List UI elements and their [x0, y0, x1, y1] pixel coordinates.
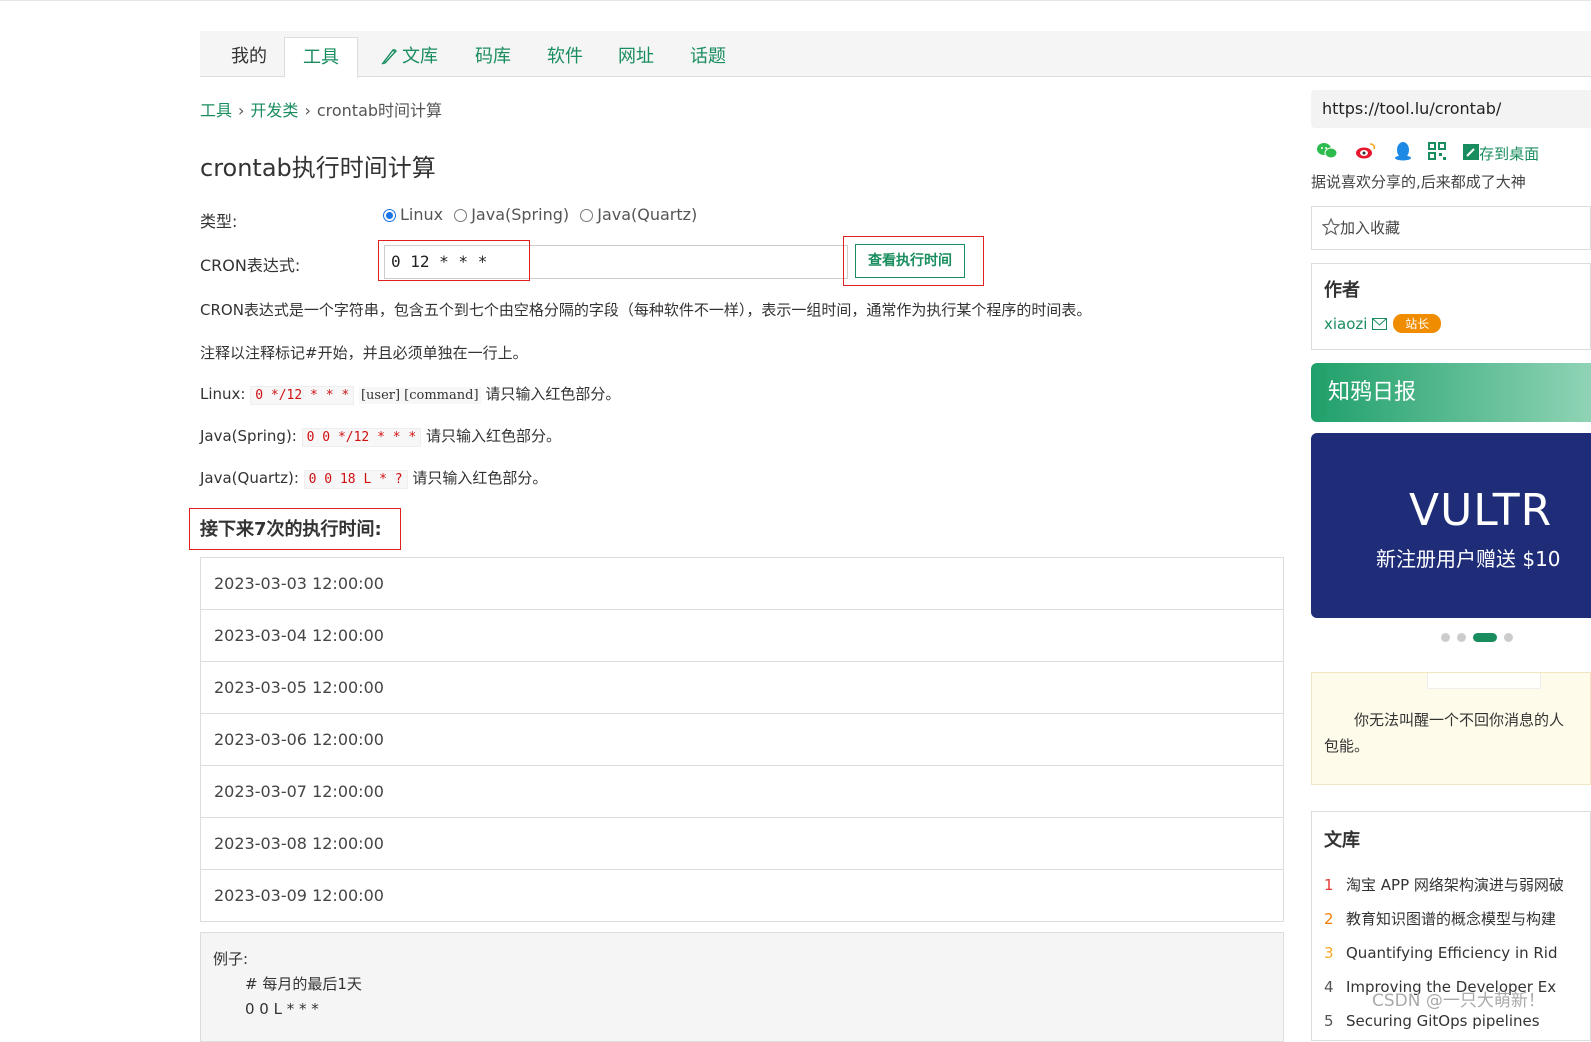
result-row: 2023-03-06 12:00:00	[201, 714, 1283, 766]
ad-text: 新注册用户赠送 $10	[1376, 547, 1561, 571]
watermark: CSDN @一只大萌新！	[1372, 991, 1545, 1011]
breadcrumb-current: crontab时间计算	[316, 101, 443, 120]
carousel-dot-active[interactable]	[1473, 633, 1497, 642]
radio-unchecked-icon[interactable]	[580, 209, 594, 222]
tab-code[interactable]: 码库	[462, 37, 524, 76]
highlight-box-button	[843, 236, 984, 286]
weibo-icon[interactable]	[1355, 142, 1377, 164]
example-box: 例子: # 每月的最后1天 0 0 L * * *	[200, 932, 1284, 1042]
list-item[interactable]: 3 Quantifying Efficiency in Rid	[1324, 936, 1578, 970]
list-item[interactable]: 1 淘宝 APP 网络架构演进与弱网破	[1324, 868, 1578, 902]
tab-tools[interactable]: 工具	[284, 37, 358, 78]
example-title: 例子:	[213, 950, 249, 968]
quill-icon	[381, 48, 397, 65]
author-title: 作者	[1324, 280, 1360, 301]
result-row: 2023-03-04 12:00:00	[201, 610, 1283, 662]
result-row: 2023-03-05 12:00:00	[201, 662, 1283, 714]
add-favorite-button[interactable]: 加入收藏	[1311, 206, 1591, 250]
carousel-dot[interactable]	[1504, 633, 1513, 642]
desc-spring: Java(Spring): 0 0 */12 * * * 请只输入红色部分。	[200, 427, 562, 447]
top-divider	[0, 0, 1591, 1]
breadcrumb-tools[interactable]: 工具	[200, 101, 232, 120]
save-desktop-button[interactable]: 存到桌面	[1463, 143, 1551, 164]
share-url[interactable]: https://tool.lu/crontab/	[1311, 90, 1591, 128]
mail-icon[interactable]	[1372, 318, 1388, 330]
share-bar: 存到桌面	[1316, 141, 1563, 165]
qq-icon[interactable]	[1394, 141, 1412, 165]
page-title: crontab执行时间计算	[200, 154, 436, 182]
carousel-dots	[1441, 627, 1520, 646]
radio-linux[interactable]: Linux	[383, 205, 443, 224]
share-note: 据说喜欢分享的,后来都成了大神	[1311, 173, 1526, 191]
highlight-box-results	[189, 508, 401, 550]
desc-line-2: 注释以注释标记#开始，并且必须单独在一行上。	[200, 344, 528, 362]
carousel-dot[interactable]	[1441, 633, 1450, 642]
edit-icon	[1463, 143, 1480, 160]
radio-java-quartz[interactable]: Java(Quartz)	[580, 205, 697, 224]
tab-mine[interactable]: 我的	[218, 37, 280, 76]
list-item[interactable]: 2 教育知识图谱的概念模型与构建	[1324, 902, 1578, 936]
desc-quartz: Java(Quartz): 0 0 18 L * ? 请只输入红色部分。	[200, 469, 548, 489]
spring-code: 0 0 */12 * * *	[301, 428, 422, 447]
star-icon	[1321, 217, 1341, 236]
results-list: 2023-03-03 12:00:00 2023-03-04 12:00:00 …	[200, 557, 1284, 922]
quartz-code: 0 0 18 L * ?	[303, 470, 408, 489]
highlight-box-input	[378, 240, 530, 281]
breadcrumb-dev[interactable]: 开发类	[250, 101, 298, 120]
result-row: 2023-03-03 12:00:00	[201, 558, 1283, 610]
author-card: 作者 xiaozi 站长	[1311, 263, 1591, 350]
result-row: 2023-03-07 12:00:00	[201, 766, 1283, 818]
radio-java-spring[interactable]: Java(Spring)	[454, 205, 569, 224]
desc-linux: Linux: 0 */12 * * * [user] [command] 请只输…	[200, 385, 621, 405]
example-expr: 0 0 L * * *	[245, 1000, 319, 1018]
quote-note: 你无法叫醒一个不回你消息的人 包能。	[1311, 672, 1591, 785]
author-name[interactable]: xiaozi	[1324, 315, 1367, 333]
main-nav: 我的 工具 文库 码库 软件 网址 话题	[200, 31, 1591, 78]
type-label: 类型:	[200, 212, 238, 231]
ad-brand: VULTR	[1409, 485, 1553, 536]
desc-line-1: CRON表达式是一个字符串，包含五个到七个由空格分隔的字段（每种软件不一样），表…	[200, 301, 1092, 319]
tab-software[interactable]: 软件	[534, 37, 596, 76]
qrcode-icon[interactable]	[1428, 142, 1447, 164]
tab-topics[interactable]: 话题	[677, 37, 739, 76]
author-badge: 站长	[1393, 314, 1442, 333]
radio-unchecked-icon[interactable]	[454, 209, 468, 222]
result-row: 2023-03-09 12:00:00	[214, 886, 384, 905]
zhiya-daily-banner[interactable]: 知鸦日报	[1311, 363, 1591, 422]
tab-links[interactable]: 网址	[605, 37, 667, 76]
type-radio-group: Linux Java(Spring) Java(Quartz)	[383, 205, 703, 224]
example-comment: # 每月的最后1天	[245, 975, 362, 993]
radio-checked-icon[interactable]	[383, 209, 396, 222]
library-title: 文库	[1324, 830, 1360, 851]
wechat-icon[interactable]	[1316, 142, 1338, 164]
linux-code: 0 */12 * * *	[250, 386, 355, 405]
carousel-dot[interactable]	[1457, 633, 1466, 642]
result-row: 2023-03-08 12:00:00	[201, 818, 1283, 870]
ad-banner[interactable]: VULTR 新注册用户赠送 $10	[1311, 433, 1591, 618]
breadcrumb: 工具 › 开发类 › crontab时间计算	[200, 101, 443, 120]
tab-library[interactable]: 文库	[370, 37, 448, 76]
note-tape	[1427, 673, 1541, 689]
cron-label: CRON表达式:	[200, 256, 301, 275]
